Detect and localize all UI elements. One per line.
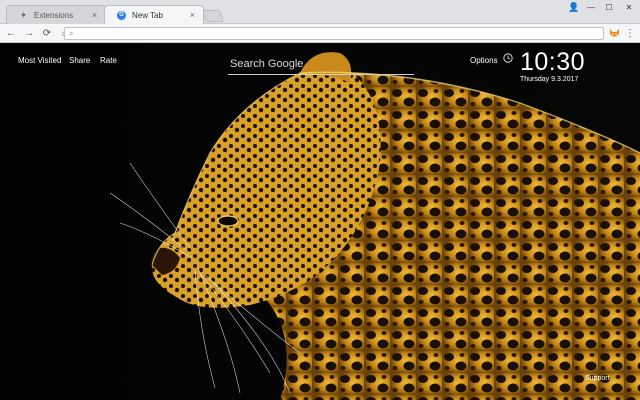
- tab-title: Extensions: [34, 10, 74, 20]
- browser-toolbar: ← → ⟳ ⌂ ⌕ ⋮: [0, 24, 640, 43]
- search-input[interactable]: [228, 53, 414, 74]
- browser-titlebar: ✦ Extensions × G New Tab × 👤 — ☐ ✕: [0, 0, 640, 24]
- forward-button[interactable]: →: [22, 26, 36, 40]
- address-input[interactable]: [77, 29, 603, 38]
- tab-title: New Tab: [132, 10, 163, 20]
- menu-icon[interactable]: ⋮: [624, 27, 636, 39]
- support-link[interactable]: Support: [585, 375, 610, 382]
- share-link[interactable]: Share: [69, 56, 90, 65]
- address-bar[interactable]: ⌕: [64, 27, 604, 40]
- fox-extension-icon[interactable]: [608, 27, 620, 39]
- minimize-button[interactable]: —: [582, 0, 600, 14]
- search-icon: ⌕: [69, 28, 74, 38]
- tab-extensions[interactable]: ✦ Extensions ×: [6, 5, 106, 24]
- clock-date: Thursday 9.3.2017: [520, 76, 579, 83]
- maximize-button[interactable]: ☐: [600, 0, 618, 14]
- globe-icon: G: [117, 10, 126, 20]
- window-controls: 👤 — ☐ ✕: [566, 0, 640, 14]
- close-tab-icon[interactable]: ×: [92, 10, 97, 20]
- close-tab-icon[interactable]: ×: [190, 10, 195, 20]
- back-button[interactable]: ←: [4, 26, 18, 40]
- rate-link[interactable]: Rate: [100, 56, 117, 65]
- clock-time: 10:30: [520, 48, 586, 76]
- user-icon[interactable]: 👤: [566, 0, 582, 14]
- new-tab-page: Most Visited Share Rate Options 10:30 Th…: [0, 43, 640, 400]
- options-link[interactable]: Options: [470, 56, 498, 65]
- clock-icon[interactable]: [503, 53, 513, 63]
- reload-button[interactable]: ⟳: [40, 26, 54, 40]
- leopard-wallpaper: [0, 43, 640, 400]
- new-tab-button[interactable]: [201, 10, 225, 22]
- google-search-box[interactable]: [228, 53, 414, 75]
- tab-new-tab[interactable]: G New Tab ×: [104, 5, 204, 24]
- puzzle-icon: ✦: [19, 9, 28, 20]
- close-window-button[interactable]: ✕: [618, 0, 640, 14]
- most-visited-link[interactable]: Most Visited: [18, 56, 61, 65]
